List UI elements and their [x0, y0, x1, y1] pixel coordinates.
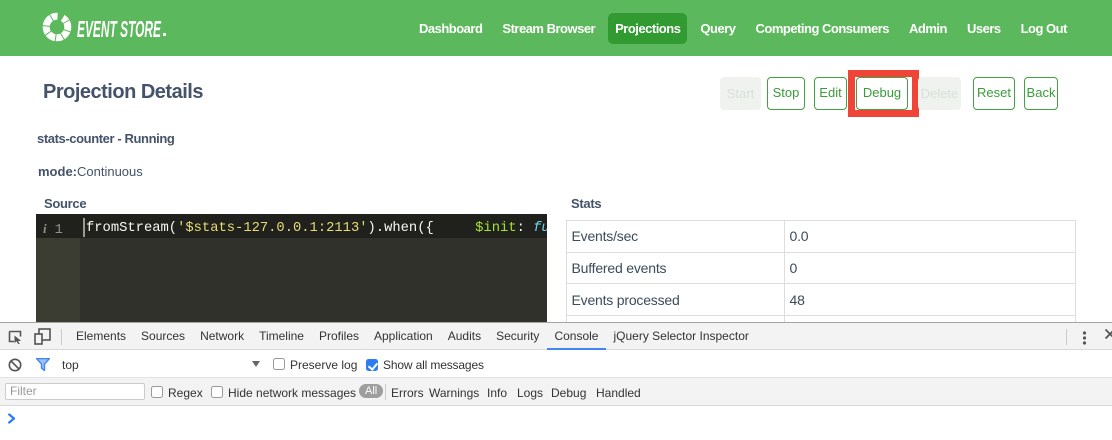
svg-text:EVENT STORE: EVENT STORE	[77, 16, 161, 42]
